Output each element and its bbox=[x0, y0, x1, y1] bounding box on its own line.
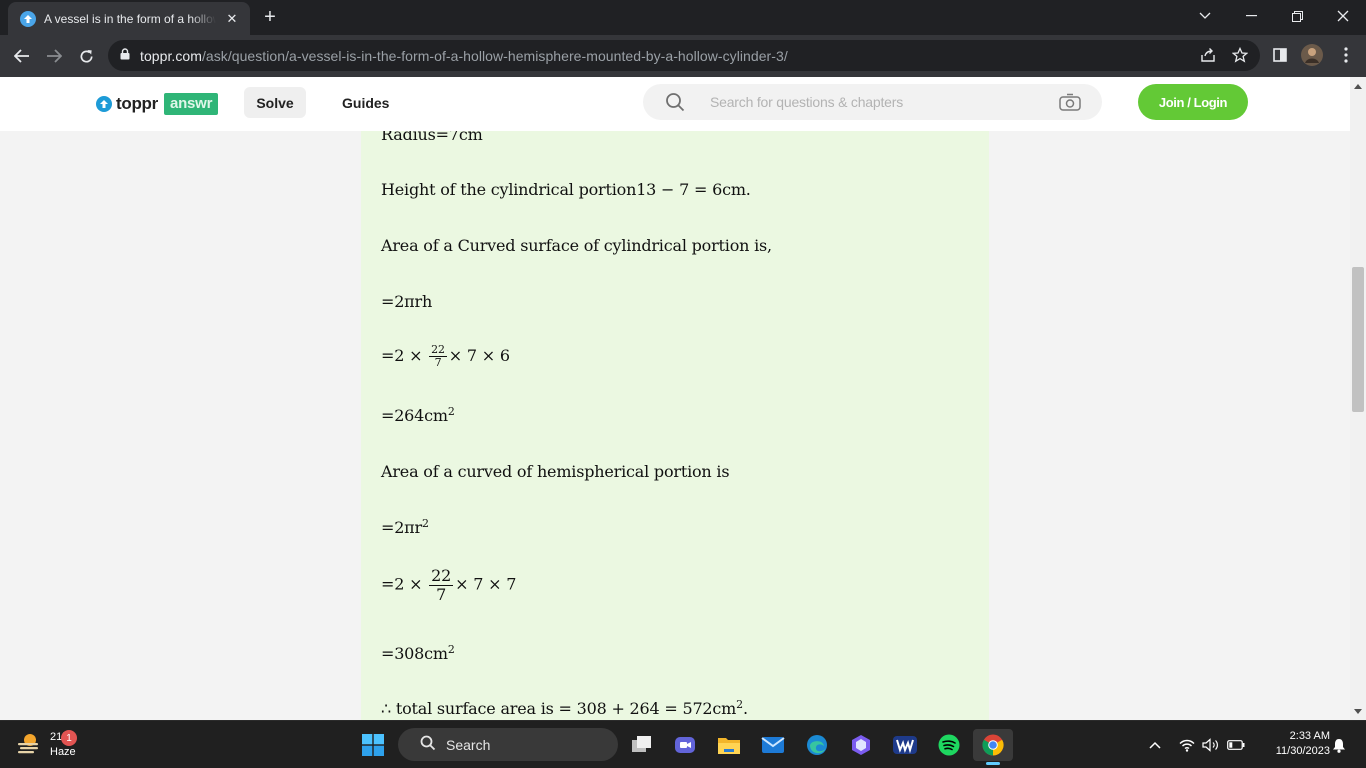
page-scrollbar[interactable] bbox=[1350, 77, 1366, 720]
address-bar[interactable]: toppr.com/ask/question/a-vessel-is-in-th… bbox=[108, 40, 1260, 71]
clock-date: 11/30/2023 bbox=[1275, 745, 1330, 757]
toppr-favicon-icon bbox=[20, 10, 36, 27]
fraction-numerator: 22 bbox=[429, 566, 454, 586]
tab-title: A vessel is in the form of a hollow hemi… bbox=[44, 11, 216, 26]
chrome-menu-icon[interactable] bbox=[1334, 43, 1358, 67]
chrome-taskbar-icon[interactable] bbox=[973, 729, 1013, 765]
scroll-up-arrow-icon[interactable] bbox=[1350, 79, 1366, 93]
windows-start-icon[interactable] bbox=[353, 729, 393, 761]
cyl-result: =264cm2 bbox=[381, 405, 455, 425]
teams-chat-icon[interactable] bbox=[665, 729, 705, 761]
reload-icon[interactable] bbox=[71, 41, 101, 71]
toppr-answr-logo[interactable]: toppr answr bbox=[96, 92, 219, 116]
notification-badge: 1 bbox=[61, 730, 77, 746]
volume-icon[interactable] bbox=[1200, 729, 1222, 761]
forward-arrow-icon[interactable] bbox=[39, 41, 69, 71]
notifications-bell-icon[interactable] bbox=[1328, 729, 1350, 761]
new-tab-button[interactable]: + bbox=[258, 6, 282, 30]
show-hidden-icons-chevron-icon[interactable] bbox=[1140, 729, 1170, 761]
tab-close-icon[interactable]: ✕ bbox=[224, 11, 240, 27]
active-app-indicator bbox=[986, 762, 1000, 765]
weather-condition: Haze bbox=[50, 746, 76, 758]
hemi-sub-prefix: =2 × bbox=[381, 574, 423, 594]
hemi-result: =308cm2 bbox=[381, 643, 455, 663]
cyl-sub-prefix: =2 × bbox=[381, 346, 423, 366]
cyl-sub-suffix: × 7 × 6 bbox=[448, 346, 510, 366]
hemi-formula: =2πr2 bbox=[381, 517, 429, 537]
join-login-button[interactable]: Join / Login bbox=[1138, 84, 1248, 120]
bookmark-star-icon[interactable] bbox=[1228, 43, 1252, 67]
mail-icon[interactable] bbox=[753, 729, 793, 761]
fraction-denominator: 7 bbox=[434, 356, 442, 370]
minimize-icon[interactable] bbox=[1228, 0, 1274, 32]
taskbar-search-label: Search bbox=[446, 736, 491, 753]
taskbar-search-icon bbox=[420, 735, 436, 754]
copilot-icon[interactable] bbox=[841, 729, 881, 761]
tab-search-chevron-icon[interactable] bbox=[1182, 0, 1228, 32]
side-panel-icon[interactable] bbox=[1268, 43, 1292, 67]
taskbar-clock[interactable]: 2:33 AM 11/30/2023 bbox=[1252, 729, 1330, 759]
task-view-icon[interactable] bbox=[622, 729, 662, 761]
fraction-22-7: 22 7 bbox=[429, 566, 454, 604]
restore-icon[interactable] bbox=[1274, 0, 1320, 32]
site-header: toppr answr Solve Guides Search for ques… bbox=[0, 77, 1350, 131]
cyl-area-heading: Area of a Curved surface of cylindrical … bbox=[381, 236, 772, 255]
hemi-heading: Area of a curved of hemispherical portio… bbox=[381, 462, 730, 481]
wifi-icon[interactable] bbox=[1176, 729, 1198, 761]
hemi-substitution: =2 × 22 7 × 7 × 7 bbox=[381, 567, 516, 603]
search-placeholder: Search for questions & chapters bbox=[710, 94, 904, 110]
hemi-sub-suffix: × 7 × 7 bbox=[455, 574, 517, 594]
edge-browser-icon[interactable] bbox=[797, 729, 837, 761]
nav-solve-tab[interactable]: Solve bbox=[244, 87, 306, 118]
cyl-substitution: =2 × 22 7 × 7 × 6 bbox=[381, 343, 510, 370]
question-search-input[interactable]: Search for questions & chapters bbox=[643, 84, 1102, 120]
logo-answr-badge: answr bbox=[163, 93, 219, 115]
fraction-22-7: 22 7 bbox=[429, 343, 447, 370]
toppr-up-arrow-icon bbox=[96, 96, 112, 112]
nav-guides-link[interactable]: Guides bbox=[342, 87, 389, 118]
profile-avatar[interactable] bbox=[1300, 43, 1324, 67]
haze-sun-icon bbox=[16, 730, 42, 761]
page-viewport: Radius=7cm Height of the cylindrical por… bbox=[0, 77, 1350, 720]
share-icon[interactable] bbox=[1196, 43, 1220, 67]
search-icon bbox=[665, 92, 685, 117]
close-window-icon[interactable] bbox=[1320, 0, 1366, 32]
windows-taskbar: 21°C Haze 1 Search bbox=[0, 720, 1366, 768]
solution-card: Radius=7cm Height of the cylindrical por… bbox=[361, 77, 989, 720]
browser-tab-strip: A vessel is in the form of a hollow hemi… bbox=[0, 0, 1366, 35]
cyl-formula: =2πrh bbox=[381, 292, 433, 311]
wattpad-app-icon[interactable] bbox=[885, 729, 925, 761]
logo-wordmark: toppr bbox=[116, 94, 158, 113]
url-text: toppr.com/ask/question/a-vessel-is-in-th… bbox=[140, 47, 788, 64]
scroll-down-arrow-icon[interactable] bbox=[1350, 704, 1366, 718]
spotify-icon[interactable] bbox=[929, 729, 969, 761]
battery-icon[interactable] bbox=[1224, 729, 1248, 761]
scroll-thumb[interactable] bbox=[1352, 267, 1364, 412]
total-surface-area-line: ∴ total surface area is = 308 + 264 = 57… bbox=[381, 698, 748, 718]
height-line: Height of the cylindrical portion13 − 7 … bbox=[381, 180, 751, 199]
clock-time: 2:33 AM bbox=[1289, 730, 1330, 742]
fraction-denominator: 7 bbox=[436, 584, 447, 604]
lock-icon[interactable] bbox=[120, 47, 130, 65]
camera-icon[interactable] bbox=[1059, 93, 1081, 116]
taskbar-search-box[interactable]: Search bbox=[398, 728, 618, 761]
back-arrow-icon[interactable] bbox=[7, 41, 37, 71]
browser-tab-active[interactable]: A vessel is in the form of a hollow hemi… bbox=[8, 2, 250, 35]
file-explorer-icon[interactable] bbox=[709, 729, 749, 761]
browser-toolbar: toppr.com/ask/question/a-vessel-is-in-th… bbox=[0, 35, 1366, 77]
